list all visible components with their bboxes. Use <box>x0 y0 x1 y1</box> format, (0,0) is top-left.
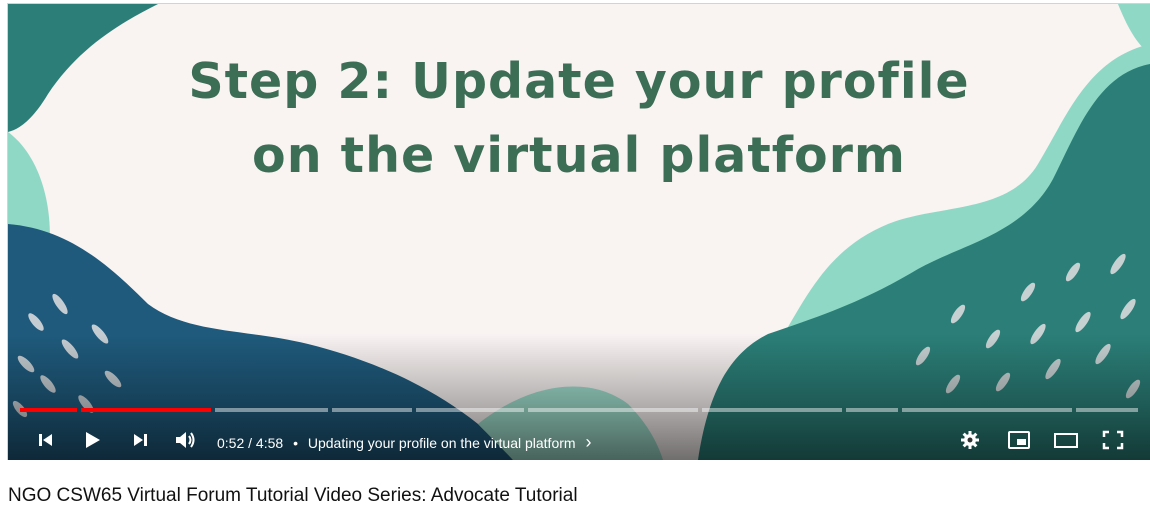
volume-icon <box>176 432 195 448</box>
progress-bar[interactable] <box>20 408 1138 412</box>
chapter-segment <box>702 408 842 412</box>
miniplayer-icon <box>1008 431 1030 449</box>
chapter-title[interactable]: Updating your profile on the virtual pla… <box>308 435 576 451</box>
current-time: 0:52 <box>217 435 245 451</box>
slide-title-line-2: on the virtual platform <box>252 127 906 184</box>
settings-button[interactable] <box>956 424 984 456</box>
played-progress <box>81 408 211 412</box>
duration: 4:58 <box>255 435 284 451</box>
slide-title-line-1: Step 2: Update your profile <box>188 53 970 110</box>
chapter-segment <box>528 408 698 412</box>
skip-next-icon <box>134 434 147 446</box>
video-title: NGO CSW65 Virtual Forum Tutorial Video S… <box>8 485 578 506</box>
miniplayer-button[interactable] <box>1004 424 1034 456</box>
skip-previous-icon <box>39 434 52 446</box>
play-button[interactable] <box>78 424 106 456</box>
chapter-chevron-icon[interactable]: › <box>585 432 591 452</box>
theater-mode-button[interactable] <box>1051 424 1081 456</box>
chapter-bullet: • <box>293 435 298 451</box>
previous-button[interactable] <box>32 424 60 456</box>
player-controls: 0:52 / 4:58 • Updating your profile on t… <box>8 420 1150 460</box>
played-progress <box>20 408 77 412</box>
chapter-segment <box>215 408 328 412</box>
chapter-segment <box>1076 408 1138 412</box>
chapter-segment <box>332 408 412 412</box>
volume-button[interactable] <box>171 424 201 456</box>
settings-gear-icon <box>961 431 979 449</box>
next-button[interactable] <box>126 424 154 456</box>
time-display: 0:52 / 4:58 • Updating your profile on t… <box>217 432 591 453</box>
fullscreen-icon <box>1102 430 1124 450</box>
fullscreen-button[interactable] <box>1098 424 1128 456</box>
chapter-segment <box>846 408 898 412</box>
chapter-segment <box>416 408 524 412</box>
theater-mode-icon <box>1054 433 1078 448</box>
video-player[interactable]: Step 2: Update your profile on the virtu… <box>8 4 1150 460</box>
chapter-segment <box>902 408 1072 412</box>
time-separator: / <box>248 435 253 451</box>
play-icon <box>86 432 100 448</box>
